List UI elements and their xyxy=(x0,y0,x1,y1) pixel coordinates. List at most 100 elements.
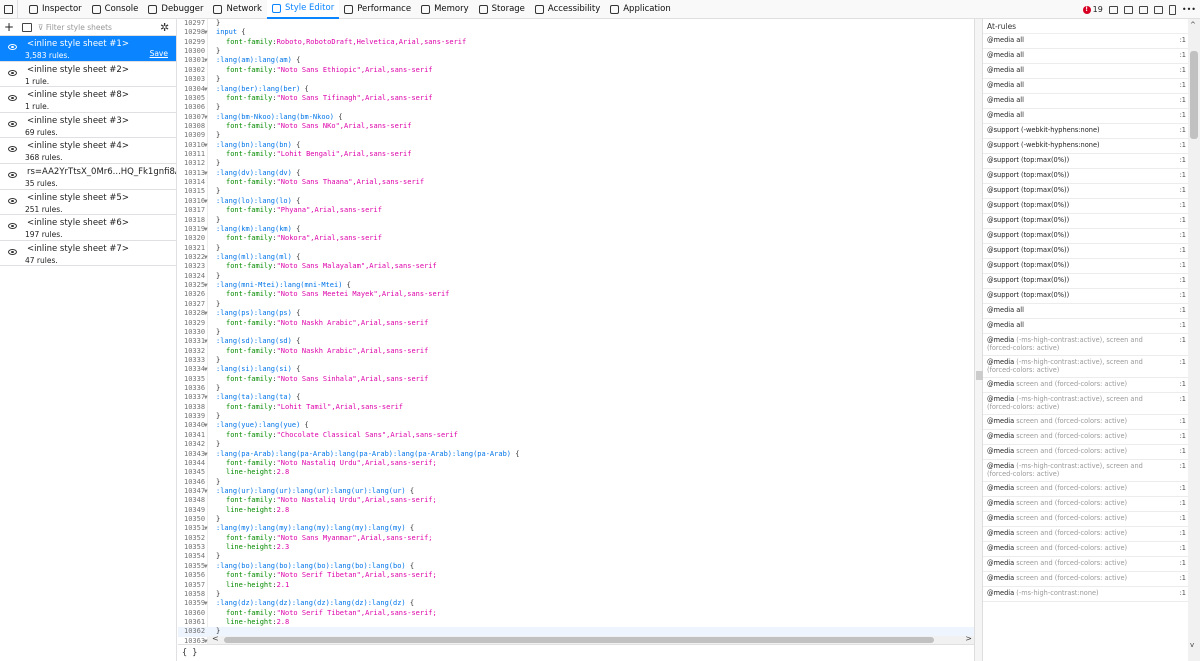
at-rule-item[interactable]: @media all:1 xyxy=(983,304,1200,319)
tab-inspector[interactable]: Inspector xyxy=(24,0,87,19)
fold-arrow-icon[interactable]: ▼ xyxy=(204,487,208,496)
eye-icon[interactable] xyxy=(8,171,17,178)
at-rule-item[interactable]: @media screen and (forced-colors: active… xyxy=(983,445,1200,460)
eye-icon[interactable] xyxy=(8,248,17,255)
at-rule-line-link[interactable]: :1 xyxy=(1180,66,1186,75)
at-rule-line-link[interactable]: :1 xyxy=(1180,574,1186,583)
at-rule-line-link[interactable]: :1 xyxy=(1180,499,1186,508)
at-rule-line-link[interactable]: :1 xyxy=(1180,201,1186,210)
at-rule-item[interactable]: @media screen and (forced-colors: active… xyxy=(983,527,1200,542)
at-rule-item[interactable]: @support (top:max(0%)):1 xyxy=(983,274,1200,289)
fold-arrow-icon[interactable]: ▼ xyxy=(204,365,208,374)
at-rule-item[interactable]: @media (-ms-high-contrast:active), scree… xyxy=(983,460,1200,482)
at-rule-item[interactable]: @support (top:max(0%)):1 xyxy=(983,169,1200,184)
fold-arrow-icon[interactable]: ▼ xyxy=(204,337,208,346)
fold-arrow-icon[interactable]: ▼ xyxy=(204,169,208,178)
screenshot-icon[interactable] xyxy=(1123,5,1133,14)
eye-icon[interactable] xyxy=(8,44,17,50)
at-rule-item[interactable]: @media all:1 xyxy=(983,79,1200,94)
at-rule-item[interactable]: @support (top:max(0%)):1 xyxy=(983,259,1200,274)
at-rule-line-link[interactable]: :1 xyxy=(1180,231,1186,240)
scroll-down-icon[interactable]: v xyxy=(1190,641,1194,649)
at-rule-item[interactable]: @media all:1 xyxy=(983,109,1200,124)
stylesheet-item[interactable]: <inline style sheet #5> 251 rules. xyxy=(0,190,176,216)
stylesheet-item[interactable]: <inline style sheet #8> 1 rule. xyxy=(0,87,176,113)
at-rule-line-link[interactable]: :1 xyxy=(1180,529,1186,538)
vertical-scroll-thumb[interactable] xyxy=(1190,51,1198,139)
fold-arrow-icon[interactable]: ▼ xyxy=(204,309,208,318)
at-rule-item[interactable]: @media all:1 xyxy=(983,49,1200,64)
at-rule-item[interactable]: @support (top:max(0%)):1 xyxy=(983,229,1200,244)
fold-arrow-icon[interactable]: ▼ xyxy=(204,562,208,571)
at-rule-item[interactable]: @media all:1 xyxy=(983,319,1200,334)
fold-arrow-icon[interactable]: ▼ xyxy=(204,56,208,65)
code-editor[interactable]: 10297} 10298 ▼ input {10299 font-family:Robo… xyxy=(178,19,974,661)
at-rule-line-link[interactable]: :1 xyxy=(1180,559,1186,568)
stylesheet-item[interactable]: <inline style sheet #7> 47 rules. xyxy=(0,241,176,267)
at-rule-line-link[interactable]: :1 xyxy=(1180,417,1186,426)
fold-arrow-icon[interactable]: ▼ xyxy=(204,450,208,459)
at-rule-line-link[interactable]: :1 xyxy=(1180,336,1186,345)
at-rule-line-link[interactable]: :1 xyxy=(1180,589,1186,598)
tab-storage[interactable]: Storage xyxy=(474,0,530,19)
filter-stylesheets-input[interactable]: ⊽ Filter style sheets xyxy=(38,23,160,32)
at-rule-item[interactable]: @support (top:max(0%)):1 xyxy=(983,199,1200,214)
stylesheet-item[interactable]: <inline style sheet #1> 3,583 rules. Save xyxy=(0,36,176,62)
at-rule-item[interactable]: @media (-ms-high-contrast:active), scree… xyxy=(983,393,1200,415)
at-rule-item[interactable]: @media (-ms-high-contrast:none):1 xyxy=(983,587,1200,602)
eye-icon[interactable] xyxy=(8,197,17,204)
vertical-scrollbar[interactable]: ^ v xyxy=(1188,19,1200,661)
fold-arrow-icon[interactable]: ▼ xyxy=(204,421,208,430)
at-rule-line-link[interactable]: :1 xyxy=(1180,321,1186,330)
gear-icon[interactable]: ✲ xyxy=(160,21,172,34)
at-rule-item[interactable]: @media screen and (forced-colors: active… xyxy=(983,415,1200,430)
at-rule-item[interactable]: @media all:1 xyxy=(983,64,1200,79)
scroll-right-icon[interactable]: > xyxy=(965,634,972,643)
at-rule-line-link[interactable]: :1 xyxy=(1180,111,1186,120)
at-rule-item[interactable]: @media screen and (forced-colors: active… xyxy=(983,497,1200,512)
at-rule-item[interactable]: @support (-webkit-hyphens:none):1 xyxy=(983,139,1200,154)
at-rule-item[interactable]: @support (top:max(0%)):1 xyxy=(983,184,1200,199)
at-rule-line-link[interactable]: :1 xyxy=(1180,358,1186,367)
at-rule-item[interactable]: @media (-ms-high-contrast:active), scree… xyxy=(983,356,1200,378)
at-rule-item[interactable]: @media screen and (forced-colors: active… xyxy=(983,512,1200,527)
fold-arrow-icon[interactable]: ▼ xyxy=(204,85,208,94)
horizontal-scrollbar[interactable]: < > xyxy=(208,634,974,644)
at-rule-line-link[interactable]: :1 xyxy=(1180,171,1186,180)
tab-accessibility[interactable]: Accessibility xyxy=(530,0,605,19)
at-rule-line-link[interactable]: :1 xyxy=(1180,276,1186,285)
pretty-print-button[interactable]: { } xyxy=(178,644,974,661)
new-stylesheet-button[interactable]: + xyxy=(4,21,16,33)
fold-arrow-icon[interactable]: ▼ xyxy=(204,113,208,122)
error-count-badge[interactable]: ! 19 xyxy=(1082,5,1103,14)
horizontal-scroll-thumb[interactable] xyxy=(224,637,934,643)
settings-icon[interactable] xyxy=(1138,5,1148,14)
eye-icon[interactable] xyxy=(8,69,17,76)
at-rule-line-link[interactable]: :1 xyxy=(1180,484,1186,493)
tab-console[interactable]: Console xyxy=(87,0,144,19)
at-rule-line-link[interactable]: :1 xyxy=(1180,246,1186,255)
at-rule-item[interactable]: @support (-webkit-hyphens:none):1 xyxy=(983,124,1200,139)
fold-arrow-icon[interactable]: ▼ xyxy=(204,599,208,608)
at-rule-item[interactable]: @media all:1 xyxy=(983,34,1200,49)
at-rule-item[interactable]: @media screen and (forced-colors: active… xyxy=(983,430,1200,445)
fold-arrow-icon[interactable]: ▼ xyxy=(204,253,208,262)
at-rule-item[interactable]: @support (top:max(0%)):1 xyxy=(983,214,1200,229)
at-rule-item[interactable]: @media all:1 xyxy=(983,94,1200,109)
at-rule-item[interactable]: @support (top:max(0%)):1 xyxy=(983,244,1200,259)
tab-debugger[interactable]: Debugger xyxy=(143,0,208,19)
at-rule-line-link[interactable]: :1 xyxy=(1180,395,1186,404)
at-rule-item[interactable]: @media (-ms-high-contrast:active), scree… xyxy=(983,334,1200,356)
at-rule-line-link[interactable]: :1 xyxy=(1180,141,1186,150)
at-rule-item[interactable]: @media screen and (forced-colors: active… xyxy=(983,378,1200,393)
at-rule-line-link[interactable]: :1 xyxy=(1180,36,1186,45)
at-rule-item[interactable]: @media screen and (forced-colors: active… xyxy=(983,572,1200,587)
tab-network[interactable]: Network xyxy=(208,0,267,19)
dock-icon[interactable] xyxy=(1153,5,1163,14)
at-rule-line-link[interactable]: :1 xyxy=(1180,306,1186,315)
fold-arrow-icon[interactable]: ▼ xyxy=(204,225,208,234)
stylesheet-item[interactable]: <inline style sheet #6> 197 rules. xyxy=(0,215,176,241)
tab-performance[interactable]: Performance xyxy=(339,0,416,19)
fold-arrow-icon[interactable]: ▼ xyxy=(204,524,208,533)
at-rule-item[interactable]: @support (top:max(0%)):1 xyxy=(983,289,1200,304)
